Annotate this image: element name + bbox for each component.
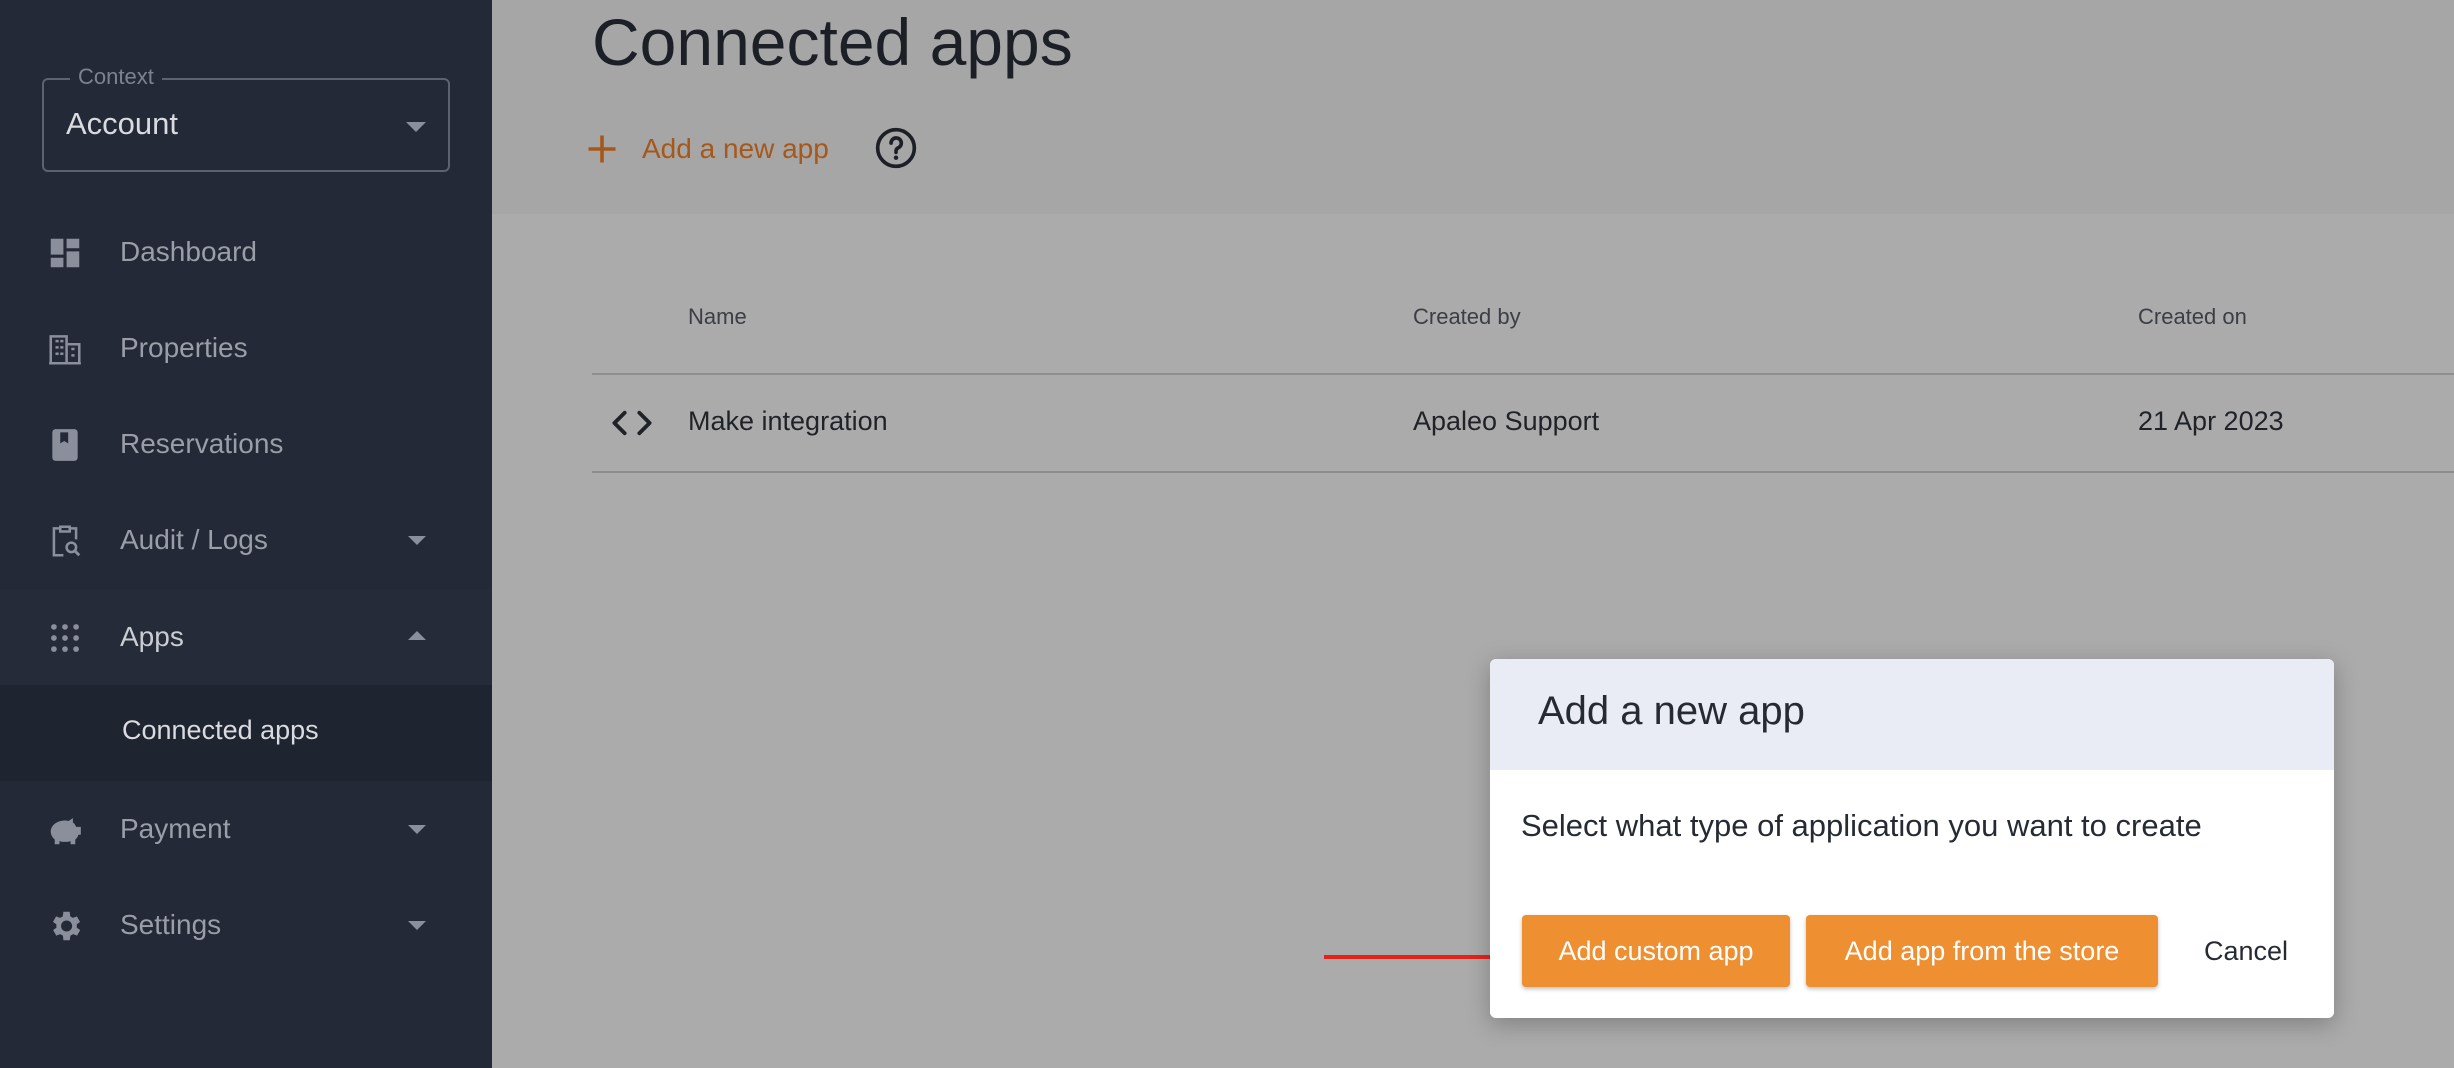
cell-created-by: Apaleo Support — [1413, 406, 1600, 436]
add-new-app-label: Add a new app — [642, 133, 829, 164]
dialog-header: Add a new app — [1490, 659, 2334, 770]
sidebar-item-payment[interactable]: Payment — [0, 781, 492, 877]
sidebar-subitem-connected-apps[interactable]: Connected apps — [0, 685, 492, 781]
gear-icon — [46, 907, 84, 945]
add-app-from-store-button[interactable]: Add app from the store — [1806, 915, 2158, 987]
building-icon — [46, 330, 84, 368]
cancel-button[interactable]: Cancel — [2176, 915, 2316, 987]
cell-name: Make integration — [688, 406, 888, 436]
sidebar-subitem-label: Connected apps — [122, 715, 319, 745]
chevron-up-icon — [408, 631, 426, 640]
dashboard-icon — [46, 234, 84, 272]
sidebar-item-label: Audit / Logs — [120, 524, 268, 555]
sidebar-item-reservations[interactable]: Reservations — [0, 396, 492, 492]
cell-created-on: 21 Apr 2023 — [2138, 406, 2284, 436]
sidebar-item-label: Apps — [120, 621, 184, 652]
code-icon — [612, 410, 652, 436]
column-header-created-on[interactable]: Created on — [2138, 304, 2247, 330]
book-icon — [46, 426, 84, 464]
divider — [592, 471, 2454, 473]
clipboard-search-icon — [46, 522, 84, 560]
chevron-down-icon — [408, 921, 426, 930]
context-label: Context — [70, 64, 162, 90]
add-app-dialog: Add a new app Select what type of applic… — [1490, 659, 2334, 1018]
help-icon[interactable] — [874, 126, 918, 170]
piggy-bank-icon — [46, 811, 84, 849]
sidebar-item-label: Reservations — [120, 428, 284, 459]
chevron-down-icon — [408, 536, 426, 545]
add-custom-app-button[interactable]: Add custom app — [1522, 915, 1790, 987]
plus-icon — [588, 135, 616, 163]
apps-grid-icon — [46, 619, 84, 657]
main-header: Connected apps Add a new app — [492, 0, 2454, 214]
add-new-app-link[interactable]: Add a new app — [584, 124, 829, 174]
context-select[interactable]: Context Account — [42, 64, 450, 172]
sidebar-item-label: Dashboard — [120, 236, 257, 267]
table-row[interactable]: Make integration Apaleo Support 21 Apr 2… — [592, 375, 2454, 471]
sidebar-item-label: Settings — [120, 909, 222, 940]
sidebar-item-label: Payment — [120, 813, 231, 844]
caret-down-icon — [406, 122, 426, 132]
sidebar-item-apps[interactable]: Apps — [0, 589, 492, 685]
sidebar-item-dashboard[interactable]: Dashboard — [0, 204, 492, 300]
column-header-created-by[interactable]: Created by — [1413, 304, 1521, 330]
sidebar-item-audit-logs[interactable]: Audit / Logs — [0, 492, 492, 588]
column-header-name[interactable]: Name — [688, 304, 747, 330]
page-title: Connected apps — [592, 5, 1073, 79]
sidebar: Context Account Dashboard Properties Res… — [0, 0, 492, 1068]
sidebar-item-settings[interactable]: Settings — [0, 877, 492, 973]
dialog-message: Select what type of application you want… — [1521, 808, 2202, 843]
chevron-down-icon — [408, 825, 426, 834]
dialog-title: Add a new app — [1538, 689, 1805, 733]
context-value: Account — [66, 106, 179, 141]
sidebar-item-properties[interactable]: Properties — [0, 300, 492, 396]
sidebar-item-label: Properties — [120, 332, 248, 363]
